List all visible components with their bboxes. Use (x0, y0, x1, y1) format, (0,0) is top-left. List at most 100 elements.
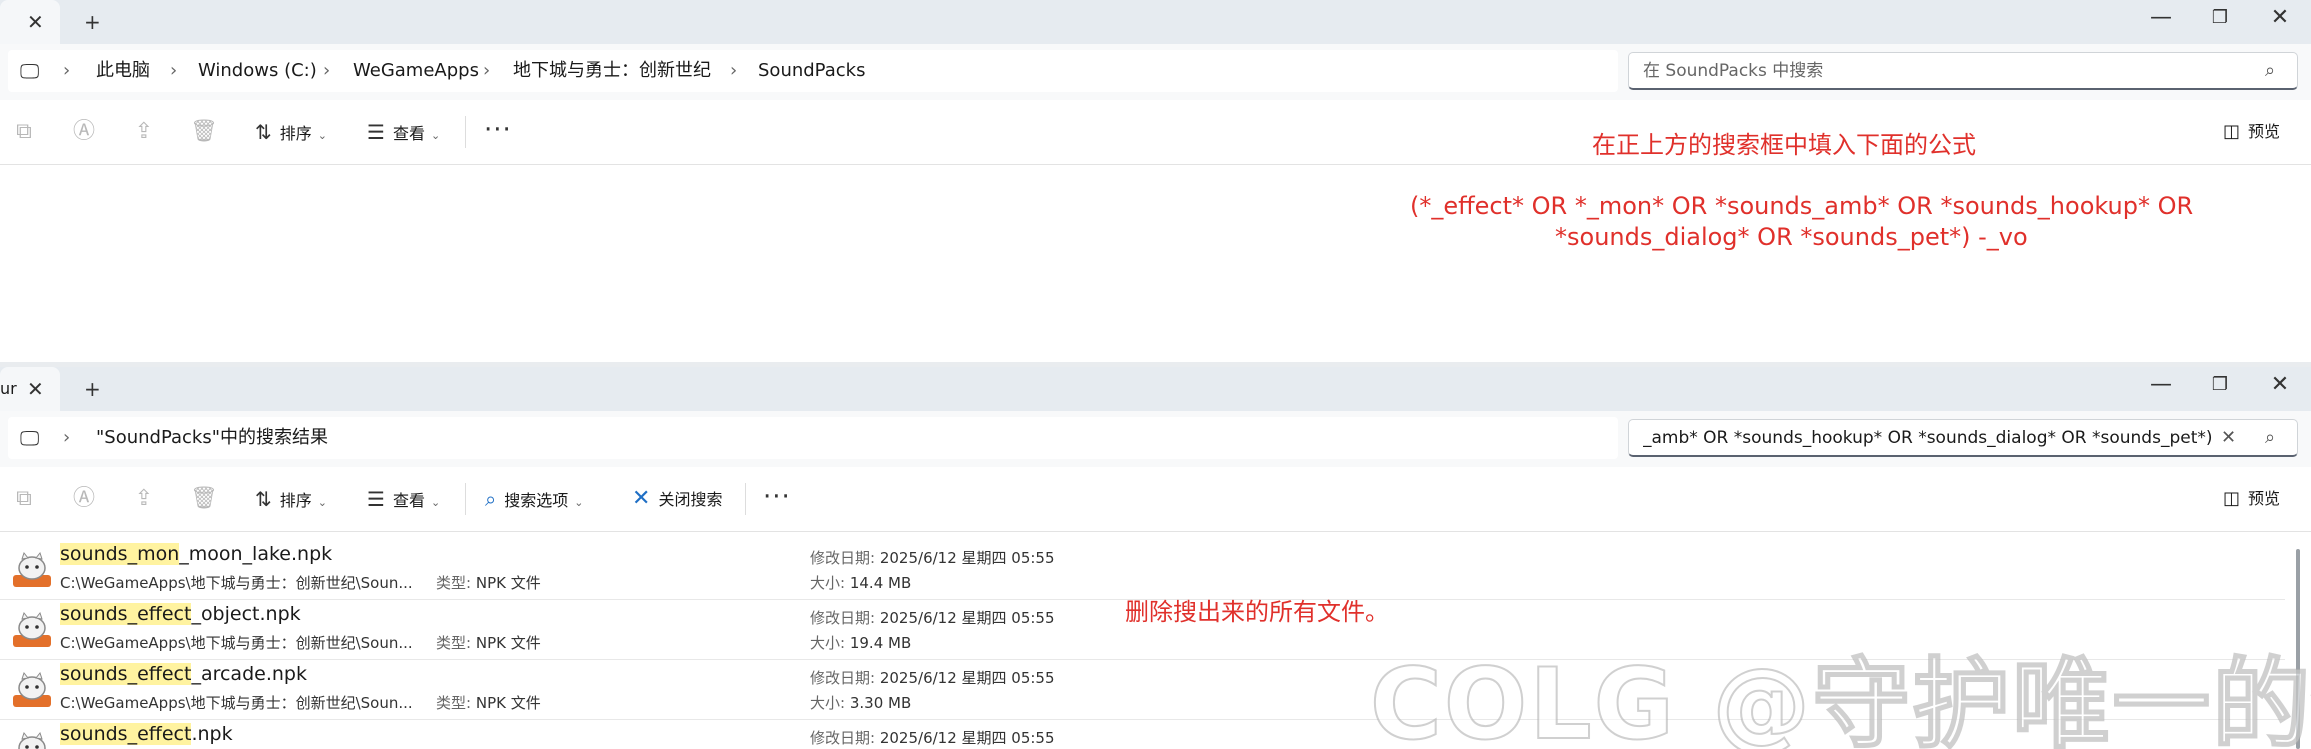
file-modified: 修改日期: 2025/6/12 星期四 05:55 (810, 669, 1055, 687)
chevron-right-icon[interactable]: › (170, 50, 177, 92)
chevron-down-icon: ⌄ (430, 496, 441, 509)
search-options-button[interactable]: ⌕ 搜索选项 ⌄ (485, 467, 583, 531)
explorer-window-bottom: ur ✕ + — ❐ ✕ 🖵 › "SoundPacks"中的搜索结果 ✕ ⌕ … (0, 367, 2311, 749)
copy-icon[interactable]: ⧉ (10, 118, 38, 146)
minimize-icon[interactable]: — (2131, 367, 2191, 403)
restore-icon[interactable]: ❐ (2190, 367, 2250, 403)
address-row: 🖵 › 此电脑 › Windows (C:) › WeGameApps › 地下… (0, 44, 2311, 100)
chevron-right-icon[interactable]: › (63, 417, 70, 459)
clear-search-icon[interactable]: ✕ (2221, 420, 2236, 456)
computer-icon[interactable]: 🖵 (20, 50, 39, 92)
tab[interactable]: ✕ (0, 0, 60, 44)
view-list-icon: ☰ (367, 487, 385, 511)
new-tab-plus-icon[interactable]: + (84, 367, 101, 411)
address-bar[interactable]: 🖵 › "SoundPacks"中的搜索结果 (8, 417, 1618, 459)
annotation-formula-line1: (*_effect* OR *_mon* OR *sounds_amb* OR … (1410, 192, 2194, 220)
new-tab-plus-icon[interactable]: + (84, 0, 101, 44)
preview-pane-icon: ◫ (2223, 121, 2241, 142)
search-icon[interactable]: ⌕ (2265, 53, 2275, 89)
computer-icon[interactable]: 🖵 (20, 417, 39, 459)
restore-icon[interactable]: ❐ (2190, 0, 2250, 36)
breadcrumb-windows-c[interactable]: Windows (C:) (198, 50, 317, 92)
file-name: sounds_effect_arcade.npk (60, 663, 307, 685)
close-search-icon: ✕ (632, 486, 651, 511)
chevron-down-icon: ⌄ (317, 496, 327, 509)
rename-icon[interactable]: Ⓐ (70, 485, 98, 513)
file-type: 类型: NPK 文件 (436, 634, 541, 652)
npk-file-icon (13, 551, 51, 587)
sort-icon: ⇅ (255, 487, 272, 511)
view-list-icon: ☰ (367, 120, 385, 144)
command-bar: ⧉ Ⓐ ⇪ 🗑 ⇅ 排序 ⌄ ☰ 查看 ⌄ ⌕ 搜索选项 ⌄ ✕ 关闭搜索 ··· ◫ 预览 (0, 467, 2311, 532)
file-name: sounds_effect.npk (60, 723, 233, 745)
sort-icon: ⇅ (255, 120, 272, 144)
delete-icon[interactable]: 🗑 (190, 485, 218, 513)
file-path: C:\WeGameApps\地下城与勇士：创新世纪\Soun... (60, 634, 413, 652)
close-window-icon[interactable]: ✕ (2250, 367, 2310, 403)
breadcrumb-search-results[interactable]: "SoundPacks"中的搜索结果 (96, 417, 328, 459)
chevron-down-icon: ⌄ (574, 496, 584, 509)
file-path: C:\WeGameApps\地下城与勇士：创新世纪\Soun... (60, 574, 413, 592)
close-tab-icon[interactable]: ✕ (27, 0, 44, 44)
file-type: 类型: NPK 文件 (436, 574, 541, 592)
search-input[interactable] (1641, 420, 2225, 456)
breadcrumb-soundpacks[interactable]: SoundPacks (758, 50, 865, 92)
title-bar: ✕ + — ❐ ✕ (0, 0, 2311, 44)
toolbar-separator (745, 483, 746, 515)
tab[interactable]: ur ✕ (0, 367, 60, 411)
chevron-right-icon[interactable]: › (483, 50, 490, 92)
search-input[interactable] (1641, 53, 2245, 89)
delete-icon[interactable]: 🗑 (190, 118, 218, 146)
file-name: sounds_effect_object.npk (60, 603, 301, 625)
explorer-window-top: ✕ + — ❐ ✕ 🖵 › 此电脑 › Windows (C:) › WeGam… (0, 0, 2311, 365)
watermark: COLG @守护唯一的你 (1369, 647, 2311, 749)
sort-button[interactable]: ⇅ 排序 ⌄ (255, 467, 327, 531)
preview-button[interactable]: ◫ 预览 (2223, 100, 2280, 164)
share-icon[interactable]: ⇪ (130, 118, 158, 146)
close-search-button[interactable]: ✕ 关闭搜索 (632, 467, 722, 531)
address-row: 🖵 › "SoundPacks"中的搜索结果 ✕ ⌕ (0, 411, 2311, 467)
file-path: C:\WeGameApps\地下城与勇士：创新世纪\Soun... (60, 694, 413, 712)
toolbar-separator (465, 116, 466, 148)
npk-file-icon (18, 731, 46, 749)
toolbar-separator (465, 483, 466, 515)
chevron-right-icon[interactable]: › (730, 50, 737, 92)
address-bar[interactable]: 🖵 › 此电脑 › Windows (C:) › WeGameApps › 地下… (8, 50, 1618, 92)
sort-button[interactable]: ⇅ 排序 ⌄ (255, 100, 327, 164)
annotation-heading: 在正上方的搜索框中填入下面的公式 (1592, 131, 1976, 159)
rename-icon[interactable]: Ⓐ (70, 118, 98, 146)
search-icon[interactable]: ⌕ (2265, 420, 2275, 456)
file-size: 大小: 3.30 MB (810, 694, 912, 712)
file-size: 大小: 14.4 MB (810, 574, 912, 592)
npk-file-icon (13, 671, 51, 707)
minimize-icon[interactable]: — (2131, 0, 2191, 36)
more-options-icon[interactable]: ··· (484, 100, 512, 160)
copy-icon[interactable]: ⧉ (10, 485, 38, 513)
title-bar: ur ✕ + — ❐ ✕ (0, 367, 2311, 411)
breadcrumb-wegameapps[interactable]: WeGameApps (353, 50, 479, 92)
file-name: sounds_mon_moon_lake.npk (60, 543, 333, 565)
breadcrumb-this-pc[interactable]: 此电脑 (96, 50, 150, 92)
search-box[interactable]: ✕ ⌕ (1628, 419, 2298, 457)
preview-button[interactable]: ◫ 预览 (2223, 467, 2280, 531)
file-modified: 修改日期: 2025/6/12 星期四 05:55 (810, 549, 1055, 567)
search-box[interactable]: ⌕ (1628, 52, 2298, 90)
breadcrumb-dnf[interactable]: 地下城与勇士：创新世纪 (513, 50, 711, 92)
annotation-formula-line2: *sounds_dialog* OR *sounds_pet*) -_vo (1555, 223, 2028, 251)
view-button[interactable]: ☰ 查看 ⌄ (367, 100, 440, 164)
view-button[interactable]: ☰ 查看 ⌄ (367, 467, 440, 531)
chevron-right-icon[interactable]: › (323, 50, 330, 92)
file-type: 类型: NPK 文件 (436, 694, 541, 712)
file-modified: 修改日期: 2025/6/12 星期四 05:55 (810, 729, 1055, 747)
more-options-icon[interactable]: ··· (763, 467, 791, 527)
file-modified: 修改日期: 2025/6/12 星期四 05:55 (810, 609, 1055, 627)
file-row[interactable]: sounds_mon_moon_lake.npk C:\WeGameApps\地… (0, 539, 2285, 600)
preview-pane-icon: ◫ (2223, 488, 2241, 509)
tab-title: ur (0, 379, 17, 398)
close-tab-icon[interactable]: ✕ (27, 367, 44, 411)
close-window-icon[interactable]: ✕ (2250, 0, 2310, 36)
annotation-delete-all: 删除搜出来的所有文件。 (1125, 598, 1389, 626)
share-icon[interactable]: ⇪ (130, 485, 158, 513)
chevron-right-icon[interactable]: › (63, 50, 70, 92)
chevron-down-icon: ⌄ (430, 129, 441, 142)
